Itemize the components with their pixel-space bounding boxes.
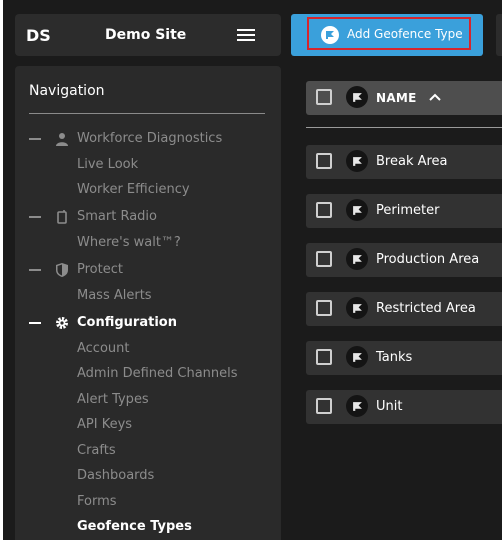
collapse-dash-icon xyxy=(29,269,41,271)
nav-item-forms[interactable]: Forms xyxy=(77,494,117,509)
table-row[interactable]: Perimeter xyxy=(306,194,502,228)
row-checkbox[interactable] xyxy=(316,349,332,365)
geofence-flag-icon xyxy=(346,346,368,368)
table-header-row: NAME xyxy=(306,81,502,115)
row-checkbox[interactable] xyxy=(316,251,332,267)
collapse-dash-icon xyxy=(29,322,41,324)
geofence-flag-icon xyxy=(346,199,368,221)
site-header: DS Demo Site xyxy=(15,14,281,56)
geofence-flag-icon xyxy=(346,395,368,417)
hamburger-menu-icon[interactable] xyxy=(237,26,255,44)
navigation-divider xyxy=(29,113,265,114)
site-name: Demo Site xyxy=(105,27,187,43)
geofence-type-name: Production Area xyxy=(376,252,480,267)
nav-item-live-look[interactable]: Live Look xyxy=(77,157,138,172)
geofence-flag-icon xyxy=(321,26,339,44)
table-row[interactable]: Production Area xyxy=(306,243,502,277)
geofence-flag-icon xyxy=(346,86,368,108)
geofence-flag-icon xyxy=(346,297,368,319)
navigation-sidebar: Navigation Workforce Diagnostics Live Lo… xyxy=(15,66,281,540)
nav-item-mass-alerts[interactable]: Mass Alerts xyxy=(77,288,152,303)
geofence-type-name: Tanks xyxy=(376,350,413,365)
nav-item-configuration[interactable]: Configuration xyxy=(15,315,265,331)
row-checkbox[interactable] xyxy=(316,202,332,218)
nav-item-geofence-types[interactable]: Geofence Types xyxy=(77,519,192,534)
collapse-dash-icon xyxy=(29,216,41,218)
nav-item-alert-types[interactable]: Alert Types xyxy=(77,392,149,407)
nav-item-label: Protect xyxy=(77,262,123,277)
add-geofence-type-button[interactable]: Add Geofence Type xyxy=(291,14,483,56)
geofence-flag-icon xyxy=(346,248,368,270)
geofence-type-name: Restricted Area xyxy=(376,301,476,316)
nav-item-crafts[interactable]: Crafts xyxy=(77,443,116,458)
collapse-dash-icon xyxy=(29,138,41,140)
nav-item-account[interactable]: Account xyxy=(77,341,130,356)
row-checkbox[interactable] xyxy=(316,398,332,414)
gear-icon xyxy=(55,315,69,331)
nav-item-smart-radio[interactable]: Smart Radio xyxy=(15,209,265,225)
table-row[interactable]: Unit xyxy=(306,390,502,424)
geofence-flag-icon xyxy=(346,150,368,172)
nav-item-label: Configuration xyxy=(77,315,177,330)
table-row[interactable]: Tanks xyxy=(306,341,502,375)
geofence-type-name: Unit xyxy=(376,399,403,414)
nav-item-workforce-diagnostics[interactable]: Workforce Diagnostics xyxy=(15,131,265,147)
name-column-header[interactable]: NAME xyxy=(376,91,417,105)
nav-item-protect[interactable]: Protect xyxy=(15,262,265,278)
nav-item-label: Workforce Diagnostics xyxy=(77,131,223,146)
row-checkbox[interactable] xyxy=(316,300,332,316)
table-row[interactable]: Break Area xyxy=(306,145,502,179)
person-icon xyxy=(55,131,69,147)
nav-item-label: Smart Radio xyxy=(77,209,157,224)
site-abbreviation: DS xyxy=(26,26,51,45)
select-all-checkbox[interactable] xyxy=(316,89,332,105)
row-checkbox[interactable] xyxy=(316,153,332,169)
nav-item-api-keys[interactable]: API Keys xyxy=(77,417,132,432)
nav-item-worker-efficiency[interactable]: Worker Efficiency xyxy=(77,182,190,197)
table-header-divider xyxy=(306,127,502,128)
nav-item-admin-defined-channels[interactable]: Admin Defined Channels xyxy=(77,366,238,381)
table-row[interactable]: Restricted Area xyxy=(306,292,502,326)
geofence-type-name: Perimeter xyxy=(376,203,440,218)
add-geofence-type-label: Add Geofence Type xyxy=(347,27,463,41)
nav-item-wheres-walt[interactable]: Where's walt™? xyxy=(77,235,181,250)
sort-ascending-icon[interactable] xyxy=(428,90,442,104)
shield-icon xyxy=(55,262,69,278)
radio-icon xyxy=(55,209,69,225)
navigation-title: Navigation xyxy=(29,83,105,99)
toolbar-edge xyxy=(496,14,502,56)
geofence-type-name: Break Area xyxy=(376,154,448,169)
nav-item-dashboards[interactable]: Dashboards xyxy=(77,468,154,483)
app-window: DS Demo Site Add Geofence Type Navigatio… xyxy=(3,0,502,540)
